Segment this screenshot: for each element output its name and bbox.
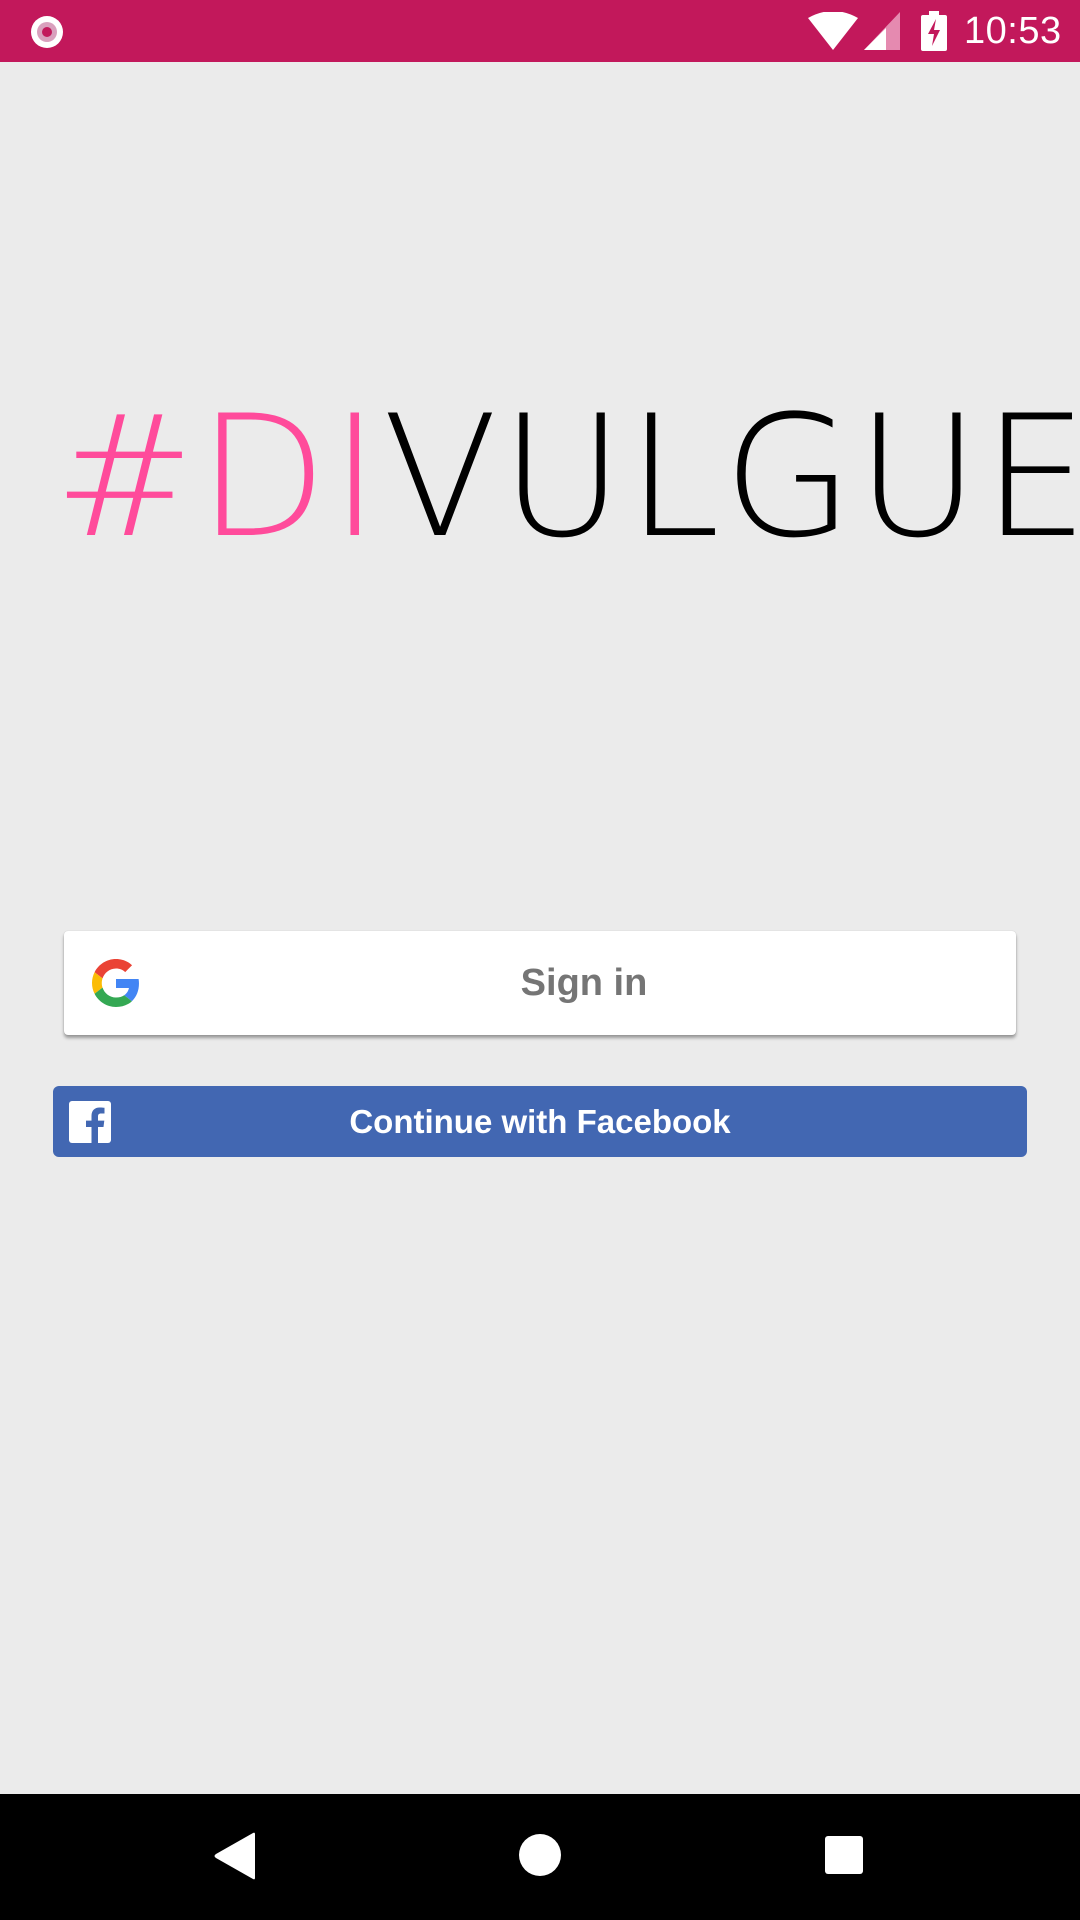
home-icon[interactable] bbox=[517, 1832, 563, 1878]
google-signin-label: Sign in bbox=[520, 962, 648, 1004]
back-icon[interactable] bbox=[213, 1832, 257, 1880]
battery-charging-icon bbox=[921, 11, 947, 51]
facebook-login-label: Continue with Facebook bbox=[349, 1103, 731, 1140]
logo-accent-text: #DI bbox=[54, 379, 383, 575]
status-bar: 10:53 bbox=[0, 0, 1080, 62]
google-signin-button[interactable]: Sign in bbox=[64, 931, 1016, 1035]
recents-icon[interactable] bbox=[824, 1835, 864, 1875]
app-notification-icon bbox=[31, 16, 63, 48]
navigation-bar bbox=[0, 1794, 1080, 1920]
app-logo: #DIVULGUE bbox=[54, 392, 1080, 562]
facebook-login-button[interactable]: Continue with Facebook bbox=[53, 1086, 1027, 1157]
wifi-icon bbox=[808, 12, 858, 50]
cell-signal-icon bbox=[864, 12, 900, 50]
status-time: 10:53 bbox=[964, 10, 1062, 52]
logo-main-text: VULGUE bbox=[382, 379, 1080, 575]
